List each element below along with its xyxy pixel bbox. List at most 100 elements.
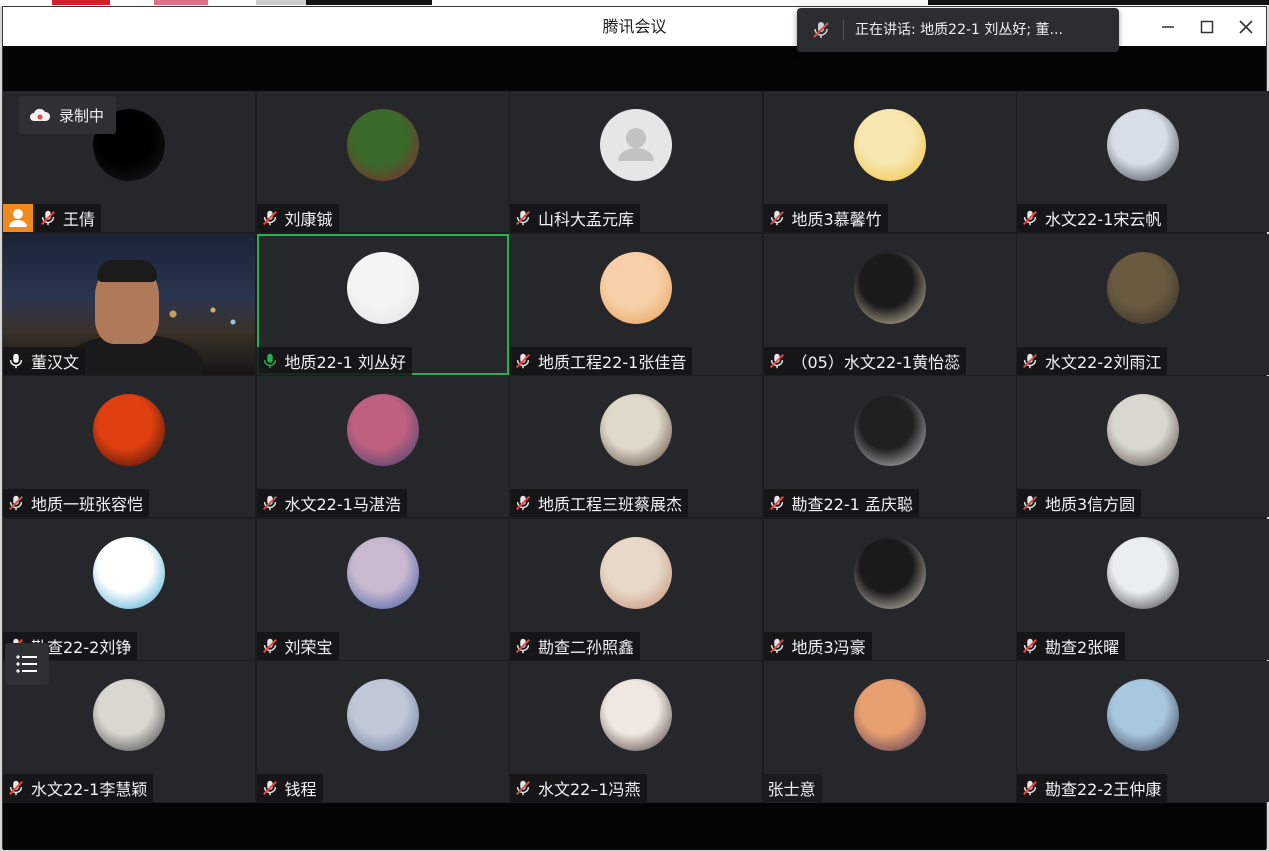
participant-tile[interactable]: 勘查22-2刘铮 [3,518,255,660]
participant-tile[interactable]: 地质一班张容恺 [3,376,255,517]
participant-tile[interactable]: 勘查22-1 孟庆聪 [763,376,1016,517]
minimize-icon [1162,25,1174,28]
maximize-button[interactable] [1187,7,1227,46]
participant-nameplate: 水文22-2刘雨江 [1017,346,1168,375]
list-icon [16,655,37,673]
participant-name: 地质3冯豪 [791,637,866,657]
participant-tile[interactable]: 山科大孟元库 [510,91,762,232]
avatar [1107,679,1179,751]
participant-nameplate: 地质工程22-1张佳音 [510,346,693,375]
video-grid: 勘查22-2王仲康 张士意 水文22–1冯燕 钱程 水文22-1李慧颖 勘查2张曜 地质3冯… [3,91,1269,803]
mic-muted-icon [40,210,56,226]
speaking-banner: 正在讲话: 地质22-1 刘丛好; 董... [797,8,1119,52]
avatar [346,536,419,609]
participant-name: 地质3信方圆 [1045,495,1136,514]
participant-tile[interactable]: 地质3慕馨竹 [763,91,1016,232]
mic-muted-icon [1022,638,1038,653]
participant-tile[interactable]: 勘查二孙照鑫 [510,518,762,660]
recording-label: 录制中 [59,106,105,125]
participant-list-button[interactable] [5,643,49,685]
participant-nameplate: 勘查二孙照鑫 [510,631,641,660]
mic-muted-icon [8,780,24,796]
close-button[interactable] [1226,7,1266,46]
participant-name: 勘查22-1 孟庆聪 [791,495,913,514]
participant-tile[interactable]: 董汉文 [3,233,255,375]
avatar [1107,251,1179,324]
participant-nameplate: 地质22-1 刘丛好 [256,346,412,375]
mic-icon [263,353,276,368]
mic-muted-icon [813,22,829,38]
participant-nameplate: 董汉文 [3,346,86,375]
mic-muted-icon [8,495,24,511]
avatar [600,536,672,609]
participant-tile[interactable]: 勘查2张曜 [1017,518,1269,660]
avatar [346,394,419,466]
minimize-button[interactable] [1148,7,1188,46]
mic-muted-icon [1022,210,1038,226]
avatar [600,109,672,181]
avatar [853,394,926,466]
mic-muted-icon [262,495,277,511]
participant-tile[interactable]: 地质3冯豪 [763,518,1016,660]
top-black-band [3,46,1266,91]
participant-name: 王倩 [63,210,96,229]
participant-name: 地质工程三班蔡展杰 [538,495,683,514]
video-frame-part [153,293,253,334]
avatar [600,679,672,751]
avatar [1107,536,1179,609]
participant-nameplate: 钱程 [256,774,323,802]
participant-nameplate: 张士意 [763,774,822,802]
participant-tile[interactable]: 水文22-2刘雨江 [1017,233,1269,375]
avatar [93,394,165,466]
participant-nameplate: 勘查2张曜 [1017,631,1126,660]
participant-nameplate: 地质3信方圆 [1017,489,1142,517]
participant-nameplate: 水文22-1李慧颖 [3,774,154,802]
participant-tile[interactable]: 刘荣宝 [256,518,509,660]
mic-muted-icon [769,638,784,653]
avatar [93,679,165,751]
participant-name: 水文22-1李慧颖 [31,780,148,799]
participant-tile[interactable]: 地质工程22-1张佳音 [510,233,762,375]
mic-muted-icon [769,353,784,368]
participant-tile[interactable]: 水文22-1宋云帆 [1017,91,1269,232]
participant-name: 勘查22-2王仲康 [1045,780,1162,799]
video-frame-part [97,259,157,282]
participant-tile[interactable]: 水文22–1冯燕 [510,661,762,802]
participant-name: 地质工程22-1张佳音 [538,352,687,372]
participant-name: 董汉文 [31,352,80,372]
participant-nameplate: 水文22-1宋云帆 [1017,204,1168,232]
participant-tile[interactable]: 水文22-1马湛浩 [256,376,509,517]
participant-name: 水文22-1马湛浩 [284,495,401,514]
mic-muted-icon [515,638,531,653]
mic-muted-icon [262,780,277,796]
participant-nameplate: 水文22-1马湛浩 [256,489,407,517]
participant-nameplate: 勘查22-1 孟庆聪 [763,489,919,517]
participant-tile[interactable]: 刘康铖 [256,91,509,232]
mic-muted-icon [769,210,784,226]
participant-tile[interactable]: 地质工程三班蔡展杰 [510,376,762,517]
participant-name: 地质3慕馨竹 [791,210,882,229]
participant-tile[interactable]: 钱程 [256,661,509,802]
host-user-icon [9,209,27,227]
participant-name: 水文22-1宋云帆 [1045,210,1162,229]
mic-muted-icon [515,780,531,796]
maximize-icon [1200,20,1214,33]
recording-badge[interactable]: 录制中 [19,96,117,134]
participant-nameplate: 水文22–1冯燕 [510,774,647,802]
participant-nameplate: 地质一班张容恺 [3,489,150,517]
participant-tile[interactable]: 勘查22-2王仲康 [1017,661,1269,802]
participant-tile[interactable]: 地质3信方圆 [1017,376,1269,517]
mic-muted-icon [262,638,277,653]
participant-tile[interactable]: 张士意 [763,661,1016,802]
participant-nameplate: 地质3慕馨竹 [763,204,888,232]
participant-tile[interactable]: （05）水文22-1黄怡蕊 [763,233,1016,375]
participant-name: 刘康铖 [284,210,333,229]
participant-name: 钱程 [284,780,317,799]
avatar [853,109,926,181]
participant-name: 水文22–1冯燕 [538,780,641,799]
participant-name: 水文22-2刘雨江 [1045,352,1162,372]
mic-muted-icon [262,210,277,226]
speaking-text: 正在讲话: 地质22-1 刘丛好; 董... [855,22,1063,38]
participant-tile[interactable]: 地质22-1 刘丛好 [256,233,509,375]
close-icon [1239,19,1253,34]
